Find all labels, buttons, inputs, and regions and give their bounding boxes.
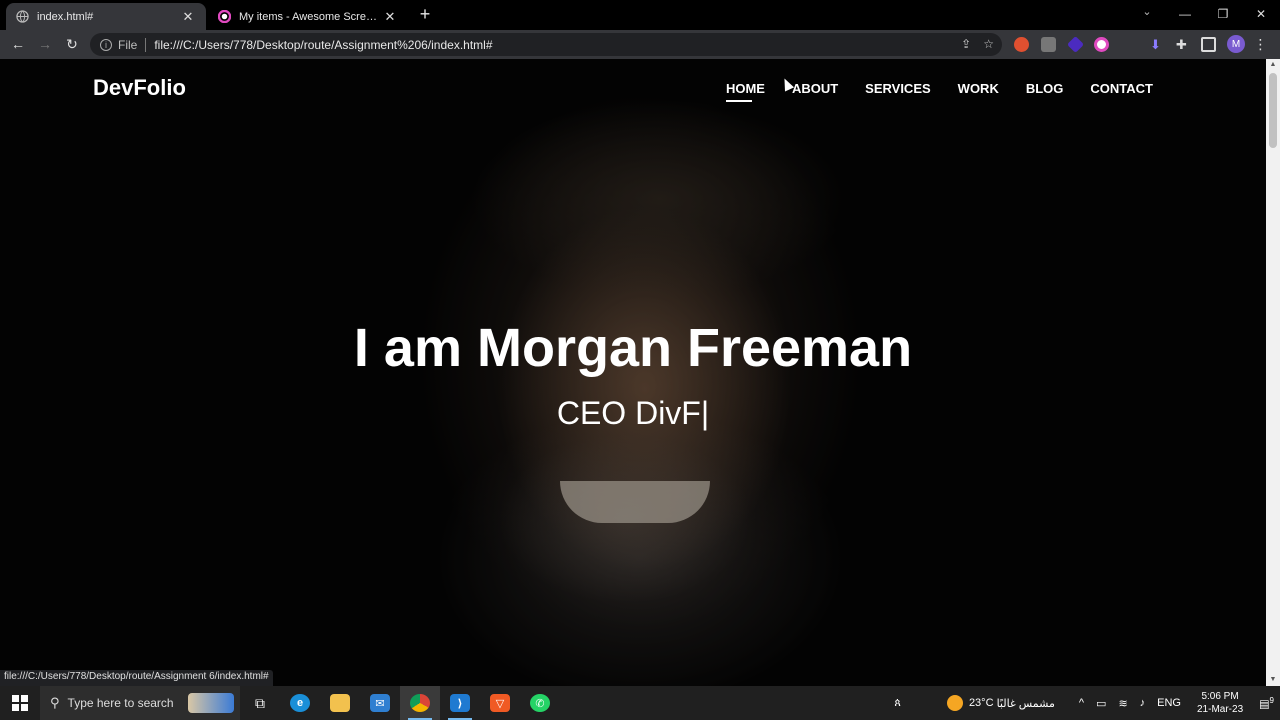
- scrollbar-thumb[interactable]: [1269, 73, 1277, 148]
- search-highlight-icon: [188, 693, 234, 713]
- weather-temp: 23°C: [968, 697, 994, 709]
- url-text[interactable]: file:///C:/Users/778/Desktop/route/Assig…: [154, 38, 492, 52]
- tab-title: index.html#: [37, 10, 94, 23]
- weather-text: مشمس غالبًا: [996, 697, 1055, 710]
- extension-gray-icon[interactable]: [1041, 37, 1056, 52]
- globe-icon: [16, 10, 29, 23]
- nav-contact[interactable]: CONTACT: [1090, 81, 1153, 102]
- nav-about[interactable]: ABOUT: [792, 81, 838, 102]
- weather-widget[interactable]: 23°C مشمس غالبًا: [946, 695, 1055, 711]
- notifications-icon[interactable]: ▤9: [1259, 696, 1274, 711]
- tab-search-icon[interactable]: ⌄: [1138, 5, 1156, 23]
- chrome-icon[interactable]: [400, 686, 440, 720]
- file-explorer-icon[interactable]: [320, 686, 360, 720]
- nav-home[interactable]: HOME: [725, 81, 765, 102]
- site-logo[interactable]: DevFolio: [93, 75, 186, 101]
- edge-browser-icon[interactable]: e: [280, 686, 320, 720]
- tab-close-icon[interactable]: ✕: [382, 9, 398, 25]
- maximize-button[interactable]: ❐: [1204, 0, 1242, 28]
- notification-count: 9: [1269, 695, 1274, 705]
- tab-title: My items - Awesome Screenshot: [239, 10, 382, 23]
- wifi-icon[interactable]: ≋: [1118, 697, 1127, 710]
- clock-date: 21-Mar-23: [1197, 704, 1244, 715]
- people-icon[interactable]: ጰ: [894, 697, 901, 710]
- close-window-button[interactable]: ✕: [1242, 0, 1280, 28]
- menu-kebab-icon[interactable]: ⋮: [1253, 37, 1268, 52]
- tab-close-icon[interactable]: ✕: [180, 9, 196, 25]
- browser-toolbar: ← → ↻ i File file:///C:/Users/778/Deskto…: [0, 30, 1280, 59]
- hero-title: I am Morgan Freeman: [353, 318, 913, 378]
- bookmark-star-icon[interactable]: ☆: [983, 37, 994, 51]
- windows-logo-icon: [12, 695, 28, 711]
- battery-icon[interactable]: ▭: [1096, 697, 1106, 710]
- nav-services[interactable]: SERVICES: [865, 81, 931, 102]
- scroll-down-icon[interactable]: ▼: [1269, 676, 1277, 684]
- nav-blog[interactable]: BLOG: [1026, 81, 1064, 102]
- download-icon[interactable]: ⬇: [1148, 37, 1163, 52]
- extension-diamond-icon[interactable]: [1067, 36, 1084, 53]
- scroll-up-icon[interactable]: ▲: [1269, 61, 1277, 69]
- system-tray: ጰ 23°C مشمس غالبًا ^ ▭ ≋ ♪ ENG 5:06 PM 2…: [888, 686, 1280, 720]
- browser-tab-strip: index.html# ✕ My items - Awesome Screens…: [0, 0, 1280, 30]
- task-view-icon[interactable]: ⧉: [240, 686, 280, 720]
- address-bar[interactable]: i File file:///C:/Users/778/Desktop/rout…: [90, 33, 1002, 56]
- info-icon[interactable]: i: [100, 38, 112, 51]
- minimize-button[interactable]: —: [1166, 0, 1204, 28]
- forward-arrow-icon[interactable]: →: [35, 34, 55, 54]
- page-scrollbar[interactable]: ▲ ▼: [1266, 59, 1280, 686]
- taskbar-search[interactable]: ⚲ Type here to search: [40, 686, 240, 720]
- language-indicator[interactable]: ENG: [1157, 697, 1181, 709]
- whatsapp-icon[interactable]: ✆: [520, 686, 560, 720]
- link-status-bar: file:///C:/Users/778/Desktop/route/Assig…: [0, 670, 273, 686]
- reload-icon[interactable]: ↻: [62, 34, 82, 54]
- nav-work[interactable]: WORK: [958, 81, 999, 102]
- volume-icon[interactable]: ♪: [1140, 697, 1146, 709]
- vscode-icon[interactable]: ⟩: [440, 686, 480, 720]
- start-button[interactable]: [0, 686, 40, 720]
- side-panel-icon[interactable]: [1201, 37, 1216, 52]
- share-icon[interactable]: ⇪: [961, 37, 971, 51]
- window-controls: — ❐ ✕: [1166, 0, 1280, 28]
- brave-browser-icon[interactable]: ▽: [480, 686, 520, 720]
- extension-awesome-screenshot-icon[interactable]: [1094, 37, 1109, 52]
- tab-awesome-screenshot[interactable]: My items - Awesome Screenshot ✕: [208, 3, 408, 30]
- omnibox-actions: ⇪ ☆: [961, 37, 994, 51]
- extensions-puzzle-icon[interactable]: ✚: [1174, 37, 1189, 52]
- omnibox-divider: [145, 37, 147, 52]
- tab-index[interactable]: index.html# ✕: [6, 3, 206, 30]
- new-tab-button[interactable]: +: [415, 5, 435, 25]
- extension-fire-icon[interactable]: [1014, 37, 1029, 52]
- profile-avatar[interactable]: M: [1227, 35, 1245, 53]
- windows-taskbar: ⚲ Type here to search ⧉ e ✉ ⟩ ▽ ✆ ጰ 23°C…: [0, 686, 1280, 720]
- show-hidden-icons-chevron-icon[interactable]: ^: [1079, 697, 1084, 709]
- clock-time: 5:06 PM: [1201, 691, 1239, 702]
- weather-sun-icon: [946, 695, 963, 711]
- page-viewport: DevFolio HOME ABOUT SERVICES WORK BLOG C…: [0, 59, 1266, 686]
- hero-subtitle: CEO DivF|: [556, 395, 710, 431]
- back-arrow-icon[interactable]: ←: [8, 34, 28, 54]
- scheme-label: File: [118, 37, 138, 52]
- mail-icon[interactable]: ✉: [360, 686, 400, 720]
- search-placeholder: Type here to search: [67, 696, 174, 710]
- site-navbar: DevFolio HOME ABOUT SERVICES WORK BLOG C…: [0, 59, 1266, 119]
- search-icon: ⚲: [50, 695, 60, 710]
- awesome-screenshot-icon: [218, 10, 231, 23]
- clock[interactable]: 5:06 PM 21-Mar-23: [1197, 690, 1243, 716]
